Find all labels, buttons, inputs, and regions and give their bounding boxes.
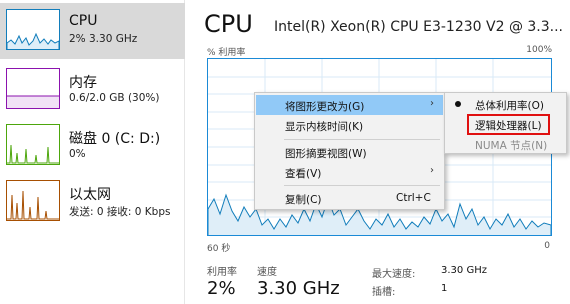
menu-separator — [284, 185, 440, 186]
menu-item-show-kernel-times[interactable]: 显示内核时间(K) — [256, 115, 443, 135]
memory-thumbnail-graph — [6, 68, 60, 109]
menu-item-change-graph[interactable]: 将图形更改为(G) › — [256, 95, 443, 115]
menu-item-label: 将图形更改为(G) — [285, 101, 365, 113]
sidebar-item-title: CPU — [69, 13, 98, 29]
sidebar-item-memory[interactable]: 内存 0.6/2.0 GB (30%) — [0, 62, 185, 118]
menu-item-label: 图形摘要视图(W) — [285, 148, 367, 160]
chevron-right-icon: › — [430, 98, 434, 109]
menu-item-summary-view[interactable]: 图形摘要视图(W) — [256, 142, 443, 162]
submenu-item-label: 总体利用率(O) — [475, 100, 544, 112]
menu-item-shortcut: Ctrl+C — [396, 192, 431, 204]
sidebar-item-title: 内存 — [69, 75, 97, 91]
graph-axis-label: % 利用率 — [207, 48, 246, 58]
sidebar-item-subtitle: 2% 3.30 GHz — [69, 33, 138, 45]
menu-item-label: 查看(V) — [285, 168, 322, 180]
sidebar-item-title: 磁盘 0 (C: D:) — [69, 131, 161, 147]
menu-item-label: 显示内核时间(K) — [285, 121, 364, 133]
annotation-highlight-box — [467, 114, 550, 135]
graph-time-label: 60 秒 — [207, 244, 231, 254]
sidebar-item-disk[interactable]: 磁盘 0 (C: D:) 0% — [0, 118, 185, 174]
performance-sidebar: CPU 2% 3.30 GHz 内存 0.6/2.0 GB (30%) 磁盘 0… — [0, 0, 185, 304]
task-manager-window: CPU 2% 3.30 GHz 内存 0.6/2.0 GB (30%) 磁盘 0… — [0, 0, 570, 304]
cpu-model-name: Intel(R) Xeon(R) CPU E3-1230 V2 @ 3.3... — [274, 19, 564, 35]
page-title: CPU — [204, 10, 253, 38]
chevron-right-icon: › — [430, 165, 434, 176]
speed-value: 3.30 GHz — [257, 278, 340, 299]
sockets-label: 插槽: — [372, 287, 396, 298]
utilization-label: 利用率 — [207, 267, 237, 278]
disk-thumbnail-graph — [6, 124, 60, 165]
sidebar-item-subtitle: 发送: 0 接收: 0 Kbps — [69, 206, 171, 218]
graph-time-zero: 0 — [544, 241, 550, 251]
menu-item-label: 复制(C) — [285, 194, 322, 206]
cpu-thumbnail-graph — [6, 9, 60, 50]
menu-item-view[interactable]: 查看(V) › — [256, 162, 443, 182]
ethernet-thumbnail-graph — [6, 180, 60, 221]
graph-context-menu: 将图形更改为(G) › 显示内核时间(K) 图形摘要视图(W) 查看(V) › … — [254, 92, 445, 210]
menu-separator — [284, 139, 440, 140]
sidebar-item-title: 以太网 — [69, 187, 111, 203]
submenu-item-label: NUMA 节点(N) — [475, 140, 548, 152]
sidebar-item-ethernet[interactable]: 以太网 发送: 0 接收: 0 Kbps — [0, 174, 185, 230]
graph-axis-max: 100% — [526, 45, 552, 55]
sidebar-item-subtitle: 0.6/2.0 GB (30%) — [69, 92, 160, 104]
max-speed-label: 最大速度: — [372, 269, 416, 280]
selected-bullet-icon — [455, 101, 461, 107]
sidebar-item-subtitle: 0% — [69, 148, 86, 160]
utilization-value: 2% — [207, 278, 236, 299]
submenu-item-overall-utilization[interactable]: 总体利用率(O) — [446, 95, 565, 113]
sockets-value: 1 — [441, 283, 448, 294]
speed-label: 速度 — [257, 267, 277, 278]
menu-item-copy[interactable]: 复制(C) Ctrl+C — [256, 188, 443, 208]
submenu-item-numa-nodes: NUMA 节点(N) — [446, 135, 565, 153]
max-speed-value: 3.30 GHz — [441, 265, 487, 276]
sidebar-item-cpu[interactable]: CPU 2% 3.30 GHz — [0, 3, 185, 59]
